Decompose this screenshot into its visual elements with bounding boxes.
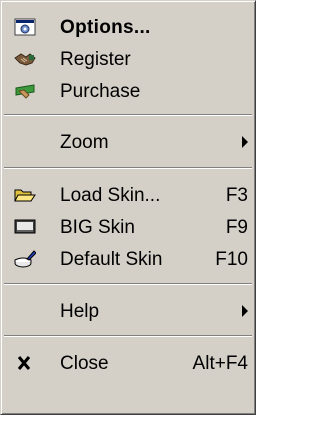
options-icon xyxy=(14,18,36,36)
menu-separator xyxy=(4,335,252,337)
submenu-arrow-icon xyxy=(242,305,248,317)
menu-separator xyxy=(4,114,252,116)
handshake-icon xyxy=(14,50,36,68)
purchase-label: Purchase xyxy=(60,81,141,102)
menu-item-default-skin[interactable]: Default Skin F10 xyxy=(4,243,252,275)
big-skin-label: BIG Skin xyxy=(60,217,135,238)
options-label: Options... xyxy=(60,17,151,38)
monitor-icon xyxy=(14,218,36,236)
big-skin-shortcut: F9 xyxy=(225,217,248,238)
paint-bucket-icon xyxy=(14,250,37,268)
default-skin-label: Default Skin xyxy=(60,249,163,270)
load-skin-label: Load Skin... xyxy=(60,185,161,206)
close-shortcut: Alt+F4 xyxy=(192,353,248,374)
purchase-icon xyxy=(14,82,36,100)
menu-item-load-skin[interactable]: Load Skin... F3 xyxy=(4,179,252,211)
zoom-label: Zoom xyxy=(60,132,109,153)
menu-item-help[interactable]: Help xyxy=(4,295,252,327)
submenu-arrow-icon xyxy=(242,136,248,148)
menu-separator xyxy=(4,283,252,285)
default-skin-shortcut: F10 xyxy=(215,249,248,270)
menu-separator xyxy=(4,167,252,169)
menu-item-options[interactable]: Options... xyxy=(4,11,252,43)
menu-item-big-skin[interactable]: BIG Skin F9 xyxy=(4,211,252,243)
register-label: Register xyxy=(60,49,131,70)
menu-item-close[interactable]: Close Alt+F4 xyxy=(4,347,252,379)
load-skin-shortcut: F3 xyxy=(225,185,248,206)
close-icon xyxy=(14,354,36,372)
help-label: Help xyxy=(60,301,100,322)
folder-open-icon xyxy=(14,186,36,204)
menu-item-register[interactable]: Register xyxy=(4,43,252,75)
close-label: Close xyxy=(60,353,109,374)
menu-item-purchase[interactable]: Purchase xyxy=(4,75,252,107)
menu-item-zoom[interactable]: Zoom xyxy=(4,126,252,158)
context-menu: Options... Register Purchase Zoom Load S… xyxy=(0,0,256,415)
